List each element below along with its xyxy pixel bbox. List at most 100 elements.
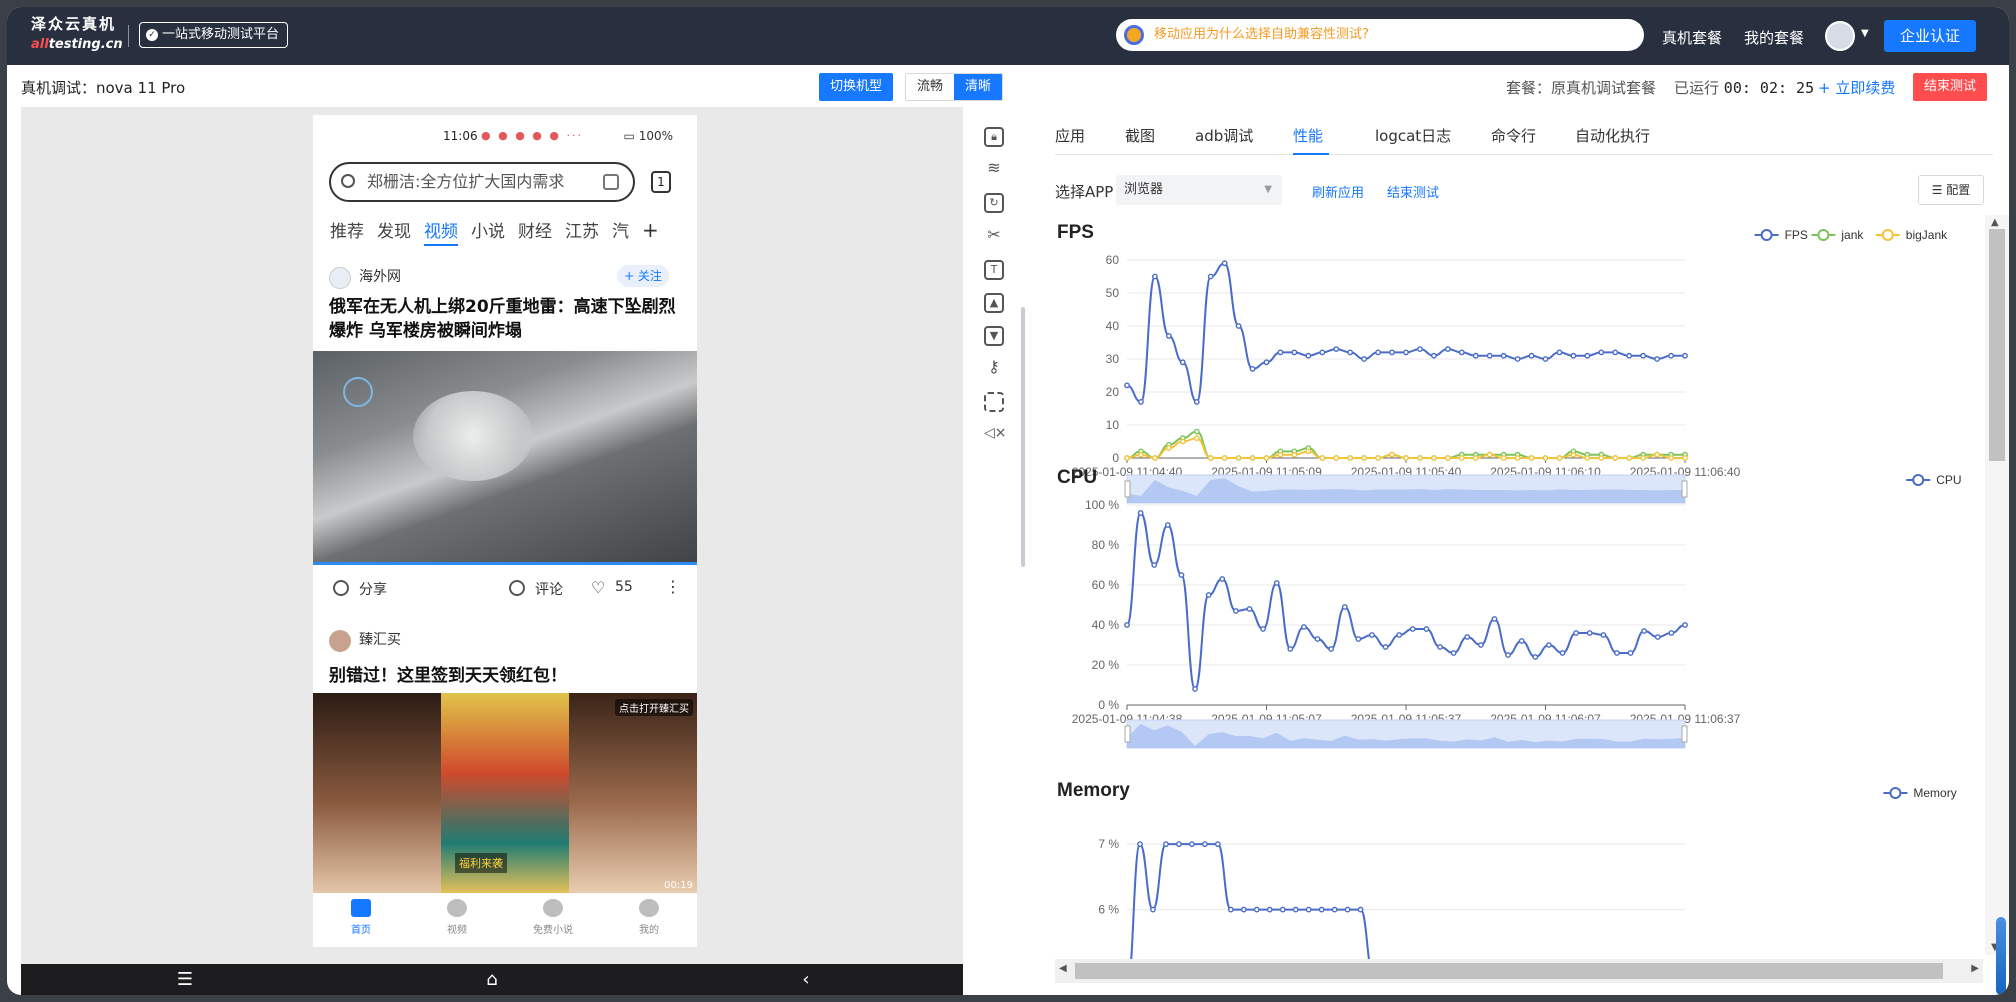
data-point (1253, 906, 1260, 913)
data-point (1437, 644, 1443, 650)
quality-smooth[interactable]: 流畅 (906, 74, 954, 100)
scan-icon[interactable] (603, 174, 619, 190)
comment-button[interactable]: 评论 (509, 579, 563, 599)
data-point (1263, 455, 1270, 461)
data-point (1227, 906, 1234, 913)
category-tab[interactable]: 发现 (377, 217, 411, 242)
category-tab[interactable]: 财经 (518, 217, 552, 242)
quality-clear[interactable]: 清晰 (954, 74, 1002, 100)
phone-screen[interactable]: 11:06 ● ● ● ● ● ··· ▭ 100% 郑栅洁:全方位扩大国内需求… (313, 115, 697, 947)
renew-link[interactable]: + 立即续费 (1818, 77, 1895, 98)
text-icon[interactable]: T (984, 260, 1004, 280)
tab-performance[interactable]: 性能 (1293, 125, 1323, 146)
category-tab-selected[interactable]: 视频 (424, 217, 458, 246)
phone-nav-novel[interactable]: 免费小说 (505, 893, 601, 947)
nav-device-package[interactable]: 真机套餐 (1662, 27, 1722, 48)
key-icon[interactable]: ⚷ (984, 359, 1004, 379)
news-video[interactable] (313, 351, 697, 565)
home-icon[interactable]: ⌂ (482, 970, 502, 990)
data-point (1176, 841, 1182, 848)
back-icon[interactable]: ‹ (796, 970, 816, 990)
data-point (1556, 455, 1563, 461)
chevron-down-icon: ▼ (1264, 184, 1272, 195)
news-source[interactable]: 海外网 (329, 267, 401, 289)
y-tick-label: 40 % (1092, 618, 1120, 632)
scissors-icon[interactable]: ✂ (984, 227, 1004, 247)
news-title[interactable]: 俄军在无人机上绑20斤重地雷：高速下坠剧烈爆炸 乌军楼房被瞬间炸塌 (329, 295, 679, 343)
horizontal-scrollbar[interactable]: ◀ ▶ (1055, 959, 1983, 983)
select-app-label: 选择APP (1055, 183, 1114, 201)
menu-icon[interactable]: ☰ (175, 970, 195, 990)
wifi-icon[interactable]: ≋ (984, 160, 1004, 180)
data-point (1150, 906, 1156, 913)
share-button[interactable]: 分享 (333, 579, 387, 599)
add-category-icon[interactable]: + (642, 218, 659, 242)
tab-adb[interactable]: adb调试 (1195, 125, 1253, 146)
source-avatar (329, 267, 351, 289)
data-point (1201, 841, 1208, 848)
image-download-icon[interactable]: ▼ (984, 326, 1004, 346)
promo-icon (1124, 25, 1144, 45)
end-test-button[interactable]: 结束测试 (1913, 73, 1987, 101)
follow-button[interactable]: + 关注 (617, 265, 669, 287)
vertical-scrollbar[interactable]: ▲ ▼ (1985, 215, 2009, 955)
scroll-thumb (1075, 963, 1943, 979)
tab-shell[interactable]: 命令行 (1491, 125, 1536, 146)
app-select[interactable]: 浏览器 ▼ (1116, 175, 1282, 205)
data-point (1318, 906, 1325, 913)
tab-logcat[interactable]: logcat日志 (1375, 125, 1451, 146)
image-upload-icon[interactable]: ▲ (984, 293, 1004, 313)
like-button[interactable]: ♡ 55 (591, 579, 633, 597)
data-point (1207, 455, 1214, 461)
data-point (1319, 349, 1326, 356)
phone-nav-me[interactable]: 我的 (601, 893, 697, 947)
promo-banner[interactable]: 移动应用为什么选择自助兼容性测试? (1116, 19, 1644, 51)
ad-video[interactable]: 福利来袭 点击打开臻汇买 00:19 (313, 693, 697, 893)
tab-count-button[interactable]: 1 (651, 171, 671, 193)
tab-indicator (1293, 153, 1329, 155)
mute-icon[interactable]: ◁× (984, 425, 1007, 445)
user-icon (639, 899, 659, 917)
config-button[interactable]: ☰ 配置 (1918, 175, 1984, 205)
data-point (1137, 510, 1144, 516)
category-tab[interactable]: 江苏 (565, 217, 599, 242)
tab-apps[interactable]: 应用 (1055, 125, 1085, 146)
legend-label: jank (1840, 228, 1864, 242)
y-tick-label: 30 (1106, 352, 1120, 366)
news-actions: 分享 评论 ♡ 55 ⋮ (313, 577, 697, 601)
rotate-icon[interactable]: ↻ (984, 193, 1004, 213)
category-tab[interactable]: 汽 (612, 217, 629, 242)
category-tab[interactable]: 小说 (471, 217, 505, 242)
more-icon[interactable]: ⋮ (665, 577, 681, 596)
y-tick-label: 60 % (1092, 578, 1120, 592)
panel-resizer[interactable] (1021, 307, 1025, 567)
phone-status-bar: 11:06 ● ● ● ● ● ··· ▭ 100% (313, 127, 697, 147)
avatar[interactable] (1825, 21, 1855, 51)
data-point (1333, 346, 1340, 353)
data-point (1214, 841, 1221, 848)
tab-automation[interactable]: 自动化执行 (1575, 125, 1650, 146)
chevron-down-icon[interactable]: ▼ (1861, 28, 1869, 39)
logo[interactable]: 泽众云真机 alltesting.cn (31, 17, 123, 52)
phone-nav-home[interactable]: 首页 (313, 893, 409, 947)
data-point (1219, 576, 1226, 582)
refresh-app-link[interactable]: 刷新应用 (1312, 182, 1364, 201)
news-title[interactable]: 别错过！这里签到天天领红包！ (329, 661, 567, 686)
book-icon (543, 899, 563, 917)
lock-icon[interactable]: 🔒︎ (984, 127, 1004, 147)
news-source[interactable]: 臻汇买 (329, 630, 401, 652)
y-tick-label: 80 % (1092, 538, 1120, 552)
fullscreen-icon[interactable] (984, 392, 1004, 412)
tab-screenshot[interactable]: 截图 (1125, 125, 1155, 146)
phone-nav-video[interactable]: 视频 (409, 893, 505, 947)
category-tab[interactable]: 推荐 (330, 217, 364, 242)
data-point (1458, 455, 1465, 461)
nav-my-package[interactable]: 我的套餐 (1744, 27, 1804, 48)
phone-search-box[interactable]: 郑栅洁:全方位扩大国内需求 (329, 162, 635, 202)
switch-device-button[interactable]: 切换机型 (819, 73, 893, 101)
data-point (1375, 455, 1381, 461)
data-point (1314, 636, 1321, 642)
enterprise-auth-button[interactable]: 企业认证 (1884, 20, 1976, 52)
data-point (1347, 455, 1354, 461)
end-perf-link[interactable]: 结束测试 (1387, 182, 1439, 201)
